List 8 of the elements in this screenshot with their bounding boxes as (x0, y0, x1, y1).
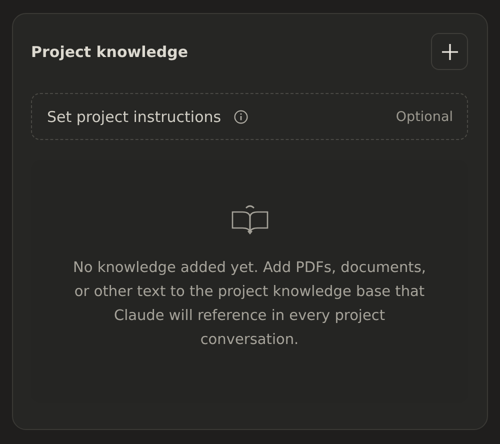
plus-icon (440, 42, 458, 60)
empty-message: No knowledge added yet. Add PDFs, documents, or other text to the project knowledge base that Claude will reference in every project conversation. (72, 259, 427, 350)
instructions-row[interactable]: Set project instructions Optional (31, 93, 468, 140)
optional-label: Optional (396, 108, 453, 124)
add-button[interactable] (431, 33, 468, 70)
panel-title: Project knowledge (31, 42, 188, 60)
instructions-label: Set project instructions (47, 108, 222, 126)
info-icon (234, 110, 248, 124)
